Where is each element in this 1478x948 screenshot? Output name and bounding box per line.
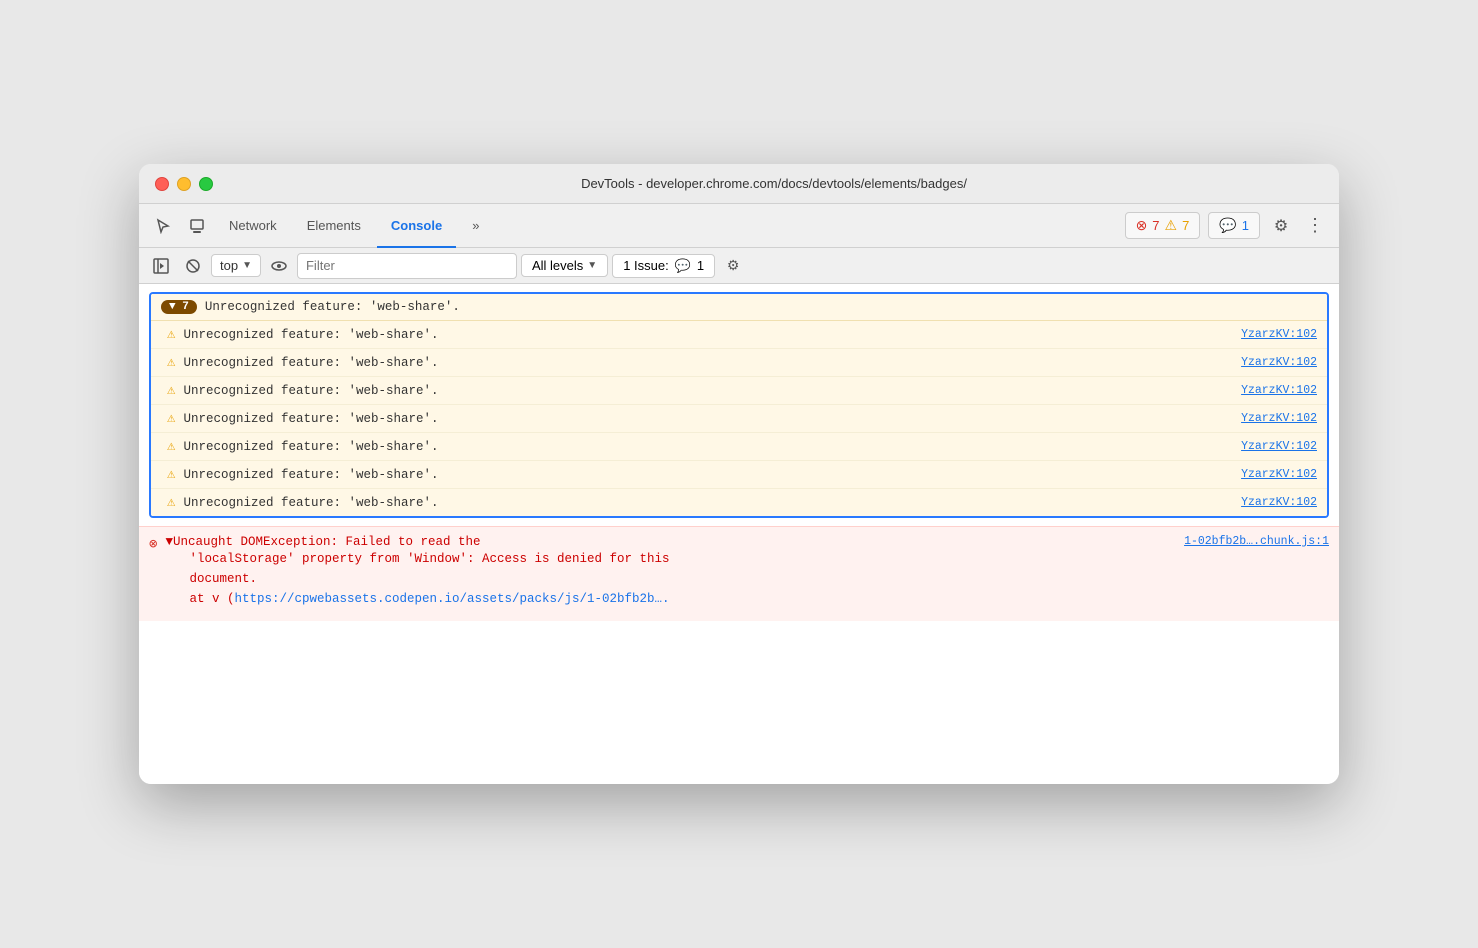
error-icon: ⊗ <box>1136 217 1148 234</box>
inspect-icon <box>189 218 205 234</box>
devtools-window: DevTools - developer.chrome.com/docs/dev… <box>139 164 1339 784</box>
warn-icon-7: ⚠ <box>167 494 175 511</box>
traffic-lights <box>155 177 213 191</box>
warn-icon: ⚠ <box>1165 217 1178 234</box>
eye-btn[interactable] <box>265 252 293 280</box>
log-level-btn[interactable]: All levels ▼ <box>521 254 608 277</box>
warn-row-6: ⚠ Unrecognized feature: 'web-share'. Yza… <box>151 461 1327 489</box>
warn-row-5: ⚠ Unrecognized feature: 'web-share'. Yza… <box>151 433 1327 461</box>
window-title: DevTools - developer.chrome.com/docs/dev… <box>225 176 1323 191</box>
titlebar: DevTools - developer.chrome.com/docs/dev… <box>139 164 1339 204</box>
warn-row-1: ⚠ Unrecognized feature: 'web-share'. Yza… <box>151 321 1327 349</box>
warn-text-3: Unrecognized feature: 'web-share'. <box>183 384 1233 398</box>
warn-icon-4: ⚠ <box>167 410 175 427</box>
warn-icon-5: ⚠ <box>167 438 175 455</box>
error-badge-btn[interactable]: ⊗ 7 ⚠ 7 <box>1125 212 1201 239</box>
error-header: ⊗ ▼Uncaught DOMException: Failed to read… <box>149 535 1329 609</box>
warn-link-6[interactable]: YzarzKV:102 <box>1241 468 1317 481</box>
warn-link-4[interactable]: YzarzKV:102 <box>1241 412 1317 425</box>
console-toolbar: top ▼ All levels ▼ 1 Issue: 💬 1 ⚙ <box>139 248 1339 284</box>
cursor-icon-btn[interactable] <box>147 210 179 242</box>
error-callstack-link[interactable]: https://cpwebassets.codepen.io/assets/pa… <box>234 592 669 606</box>
tab-network[interactable]: Network <box>215 204 291 248</box>
error-callstack: at v ( <box>189 592 234 606</box>
warn-icon-6: ⚠ <box>167 466 175 483</box>
more-options-btn[interactable]: ⋮ <box>1299 210 1331 242</box>
error-line2: document. <box>189 572 257 586</box>
settings-icon: ⚙ <box>1274 216 1288 236</box>
log-level-label: All levels <box>532 258 583 273</box>
warn-row-7: ⚠ Unrecognized feature: 'web-share'. Yza… <box>151 489 1327 516</box>
message-badge-btn[interactable]: 💬 1 <box>1208 212 1260 239</box>
warn-icon-1: ⚠ <box>167 326 175 343</box>
cursor-icon <box>155 218 171 234</box>
issue-icon: 💬 <box>675 258 691 274</box>
maximize-button[interactable] <box>199 177 213 191</box>
error-count: 7 <box>1152 218 1159 233</box>
group-count-badge: ▼ 7 <box>161 300 197 314</box>
log-level-chevron: ▼ <box>587 260 597 271</box>
sidebar-toggle-btn[interactable] <box>147 252 175 280</box>
issue-label: 1 Issue: <box>623 258 669 273</box>
devtools-toolbar: Network Elements Console » ⊗ 7 ⚠ 7 💬 1 ⚙… <box>139 204 1339 248</box>
sidebar-toggle-icon <box>153 258 169 274</box>
console-settings-icon: ⚙ <box>727 257 740 274</box>
inspect-icon-btn[interactable] <box>181 210 213 242</box>
warn-link-3[interactable]: YzarzKV:102 <box>1241 384 1317 397</box>
error-close-icon: ⊗ <box>149 536 157 553</box>
tab-more[interactable]: » <box>458 204 493 248</box>
warn-row-2: ⚠ Unrecognized feature: 'web-share'. Yza… <box>151 349 1327 377</box>
warn-link-5[interactable]: YzarzKV:102 <box>1241 440 1317 453</box>
filter-input[interactable] <box>297 253 517 279</box>
tab-console[interactable]: Console <box>377 204 456 248</box>
warn-text-6: Unrecognized feature: 'web-share'. <box>183 468 1233 482</box>
warn-row-3: ⚠ Unrecognized feature: 'web-share'. Yza… <box>151 377 1327 405</box>
console-settings-btn[interactable]: ⚙ <box>719 252 747 280</box>
error-content: ▼Uncaught DOMException: Failed to read t… <box>165 535 1329 609</box>
warn-icon-3: ⚠ <box>167 382 175 399</box>
eye-icon <box>271 258 287 274</box>
warn-text-5: Unrecognized feature: 'web-share'. <box>183 440 1233 454</box>
warn-text-7: Unrecognized feature: 'web-share'. <box>183 496 1233 510</box>
warn-text-4: Unrecognized feature: 'web-share'. <box>183 412 1233 426</box>
warn-link-1[interactable]: YzarzKV:102 <box>1241 328 1317 341</box>
error-header-text: ▼Uncaught DOMException: Failed to read t… <box>165 535 1184 549</box>
warn-icon-2: ⚠ <box>167 354 175 371</box>
settings-icon-btn[interactable]: ⚙ <box>1265 210 1297 242</box>
context-selector[interactable]: top ▼ <box>211 254 261 277</box>
console-output: ▼ 7 Unrecognized feature: 'web-share'. ⚠… <box>139 284 1339 784</box>
warn-link-7[interactable]: YzarzKV:102 <box>1241 496 1317 509</box>
clear-icon <box>185 258 201 274</box>
close-button[interactable] <box>155 177 169 191</box>
warn-text-2: Unrecognized feature: 'web-share'. <box>183 356 1233 370</box>
error-line1: 'localStorage' property from 'Window': A… <box>189 552 669 566</box>
issue-count: 1 <box>697 258 704 273</box>
warn-link-2[interactable]: YzarzKV:102 <box>1241 356 1317 369</box>
group-count-text: ▼ 7 <box>169 301 189 313</box>
context-dropdown-icon: ▼ <box>242 260 252 271</box>
message-count: 1 <box>1242 218 1249 233</box>
error-section: ⊗ ▼Uncaught DOMException: Failed to read… <box>139 526 1339 621</box>
error-source-link[interactable]: 1-02bfb2b….chunk.js:1 <box>1184 535 1329 548</box>
clear-btn[interactable] <box>179 252 207 280</box>
more-options-icon: ⋮ <box>1306 215 1324 236</box>
warn-group-message: Unrecognized feature: 'web-share'. <box>205 300 1317 314</box>
issue-btn[interactable]: 1 Issue: 💬 1 <box>612 254 715 278</box>
warning-group: ▼ 7 Unrecognized feature: 'web-share'. ⚠… <box>149 292 1329 518</box>
error-detail-block: 'localStorage' property from 'Window': A… <box>165 549 1329 609</box>
warn-row-4: ⚠ Unrecognized feature: 'web-share'. Yza… <box>151 405 1327 433</box>
warn-count: 7 <box>1182 218 1189 233</box>
warn-group-header[interactable]: ▼ 7 Unrecognized feature: 'web-share'. <box>151 294 1327 321</box>
warn-text-1: Unrecognized feature: 'web-share'. <box>183 328 1233 342</box>
tab-elements[interactable]: Elements <box>293 204 375 248</box>
context-label: top <box>220 258 238 273</box>
message-icon: 💬 <box>1219 217 1236 234</box>
minimize-button[interactable] <box>177 177 191 191</box>
